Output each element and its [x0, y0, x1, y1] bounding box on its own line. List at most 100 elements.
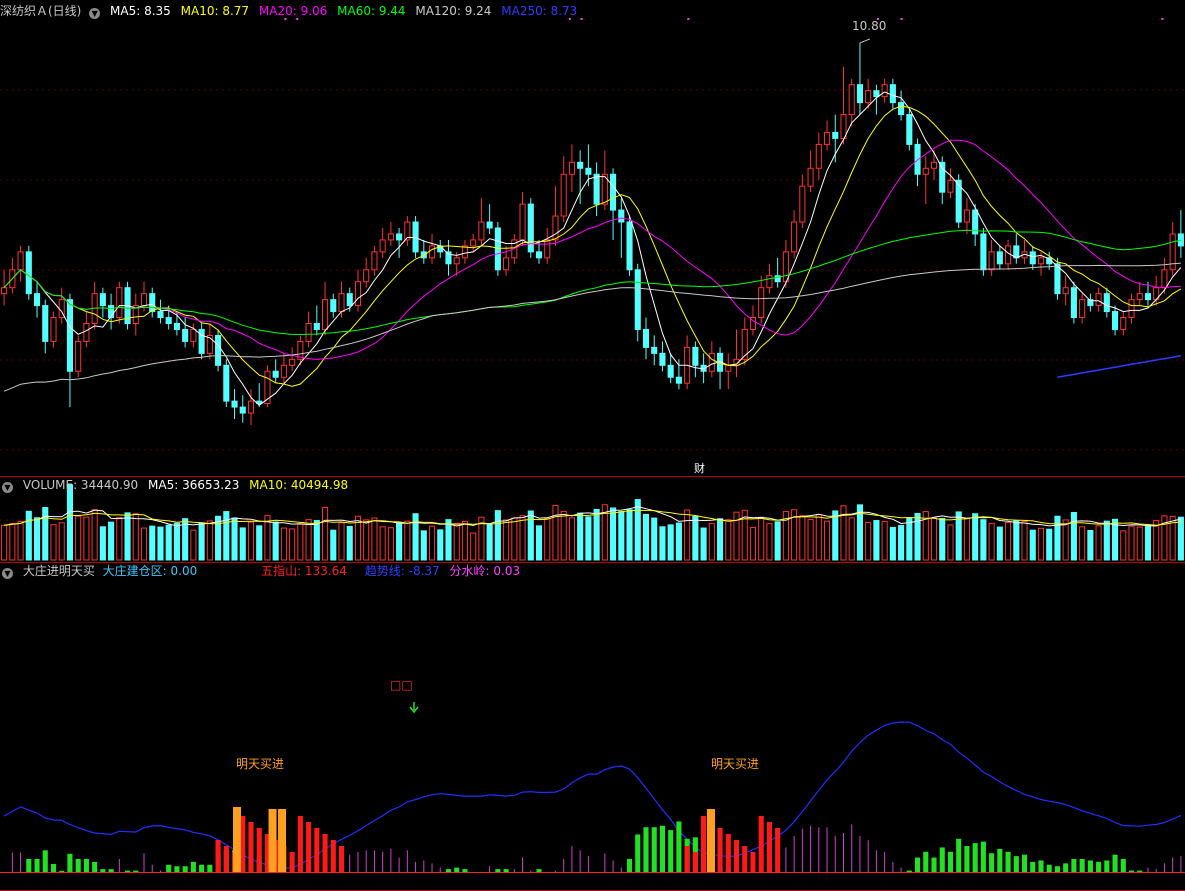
trend-bar	[503, 869, 509, 872]
candle-body	[823, 131, 831, 145]
volume-bar	[157, 526, 164, 561]
ma5-line	[3, 91, 1182, 406]
candle-body	[988, 251, 995, 271]
stock-title: 深纺织Ａ(日线)	[0, 4, 82, 18]
candle-body	[618, 209, 625, 223]
candle-body	[651, 346, 658, 354]
volume-bar	[75, 515, 82, 561]
candle-body	[1029, 251, 1036, 265]
trend-bar	[34, 859, 40, 872]
candle-body	[231, 400, 238, 408]
finance-marker[interactable]: 财	[694, 460, 705, 476]
candle-body	[675, 376, 682, 384]
trend-bar	[1013, 856, 1019, 872]
trend-bar	[462, 869, 468, 872]
ma10-label: MA10: 8.77	[180, 4, 250, 18]
candle-body	[1161, 269, 1168, 289]
candle-body	[865, 90, 872, 104]
candle-body	[50, 317, 57, 342]
volume-bar	[996, 526, 1003, 561]
volume-bar	[692, 516, 699, 561]
ma10-line	[3, 105, 1182, 387]
candle-body	[313, 323, 320, 330]
trend-bar	[1128, 870, 1135, 872]
volume-bar	[503, 519, 510, 561]
volume-ma5-line	[4, 506, 1182, 527]
candle-body	[157, 311, 164, 319]
trend-bar	[26, 859, 32, 872]
volume-bar	[1037, 527, 1045, 561]
volume-bar	[9, 522, 16, 561]
five-finger-bar	[248, 822, 254, 872]
candle-body	[1177, 233, 1184, 247]
candle-body	[1079, 299, 1086, 319]
candle-body	[947, 179, 954, 193]
volume-bar	[1021, 520, 1028, 561]
candle-body	[305, 323, 312, 342]
volume-bar	[33, 517, 41, 561]
volume-bar	[799, 515, 806, 561]
volume-bar	[1112, 518, 1119, 561]
chevron-down-icon[interactable]: ▼	[2, 568, 13, 579]
trend-bar	[972, 843, 978, 872]
trend-bar	[536, 869, 542, 872]
stock-chart-canvas[interactable]	[0, 0, 1185, 891]
candle-body	[503, 257, 510, 271]
volume-bar	[338, 522, 345, 561]
volume-bar	[1070, 511, 1077, 561]
candle-body	[667, 364, 674, 378]
candle-body	[165, 317, 172, 325]
candle-body	[371, 251, 378, 271]
volume-bar	[190, 529, 197, 561]
candle-body	[708, 352, 715, 372]
candle-body	[577, 161, 584, 169]
five-finger-bar	[742, 846, 748, 872]
trend-bar	[1030, 861, 1036, 872]
five-finger-bar	[306, 822, 312, 872]
volume-bar	[1177, 516, 1184, 561]
volume-bar	[486, 523, 493, 561]
volume-bar	[1054, 515, 1061, 561]
trend-bar	[100, 869, 106, 872]
candle-body	[272, 370, 279, 378]
candle-body	[322, 299, 329, 330]
trend-bar	[1005, 851, 1011, 872]
volume-bar	[297, 523, 304, 561]
candle-body	[223, 364, 230, 402]
trend-line	[3, 721, 1182, 869]
volume-bar	[889, 526, 896, 561]
volume-bar	[363, 519, 370, 561]
chevron-down-icon[interactable]: ▼	[89, 8, 101, 19]
five-finger-bar	[314, 828, 320, 872]
chevron-down-icon[interactable]: ▼	[2, 482, 13, 493]
trend-bar	[1104, 860, 1110, 872]
candle-body	[478, 221, 485, 241]
volume-ma5-label: MA5: 36653.23	[148, 478, 240, 492]
trend-bar	[92, 861, 98, 872]
ma250-label: MA250: 8.73	[501, 4, 578, 18]
candle-body	[856, 84, 863, 104]
volume-bar	[651, 517, 658, 561]
volume-bar	[832, 510, 839, 561]
candle-body	[1095, 293, 1102, 307]
volume-bar	[642, 513, 650, 561]
volume-bar	[963, 517, 970, 561]
candle-body	[815, 143, 822, 169]
candle-body	[1005, 245, 1012, 265]
candle-body	[396, 233, 403, 241]
high-price-pointer	[859, 38, 871, 44]
volume-bar	[1095, 525, 1102, 561]
volume-bar	[1103, 520, 1110, 561]
volume-bar	[371, 517, 378, 561]
candle-body	[1136, 293, 1143, 301]
volume-bar	[585, 516, 592, 561]
candle-body	[289, 358, 296, 366]
five-finger-bar	[701, 816, 707, 872]
candle-body	[585, 167, 592, 175]
trend-bar	[199, 864, 205, 872]
trend-bar	[67, 853, 73, 872]
candle-body	[486, 221, 493, 229]
volume-bar	[766, 523, 773, 561]
five-finger-bar	[215, 840, 221, 872]
candle-body	[1103, 293, 1110, 313]
